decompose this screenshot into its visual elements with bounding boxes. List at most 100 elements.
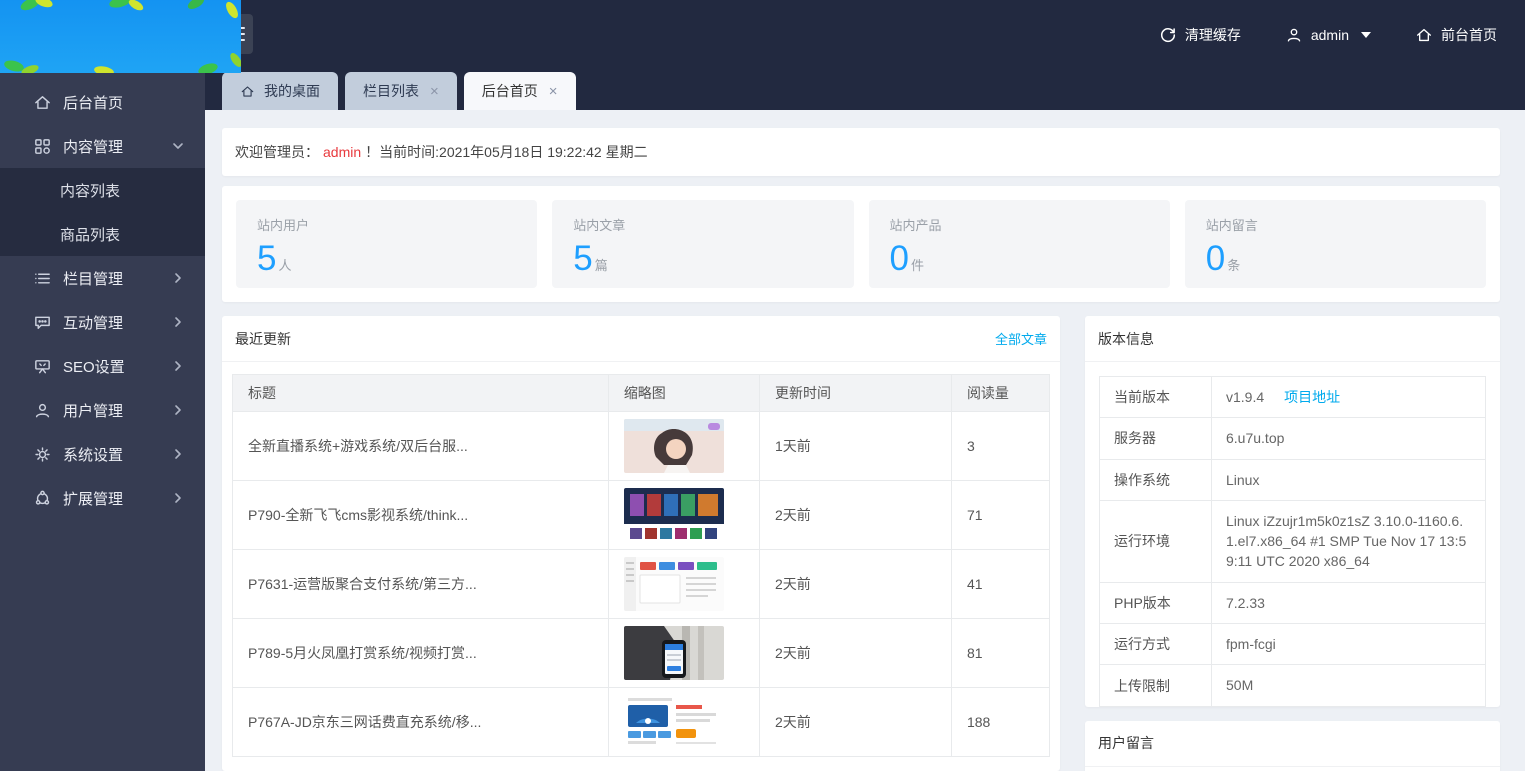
column-header: 标题	[233, 375, 609, 412]
tab-1[interactable]: 我的桌面	[222, 72, 338, 110]
stat-card-1: 站内用户5人	[236, 200, 537, 288]
all-articles-link[interactable]: 全部文章	[995, 329, 1047, 348]
admin-username: admin	[1311, 27, 1349, 43]
table-row: 全新直播系统+游戏系统/双后台服...1天前3	[233, 412, 1050, 481]
sidebar: 后台首页内容管理内容列表商品列表栏目管理互动管理 SEO设置用户管理系统设置扩展管…	[0, 0, 205, 771]
sidebar-item-label: 栏目管理	[63, 268, 123, 289]
gear-icon	[33, 445, 52, 464]
sidebar-item-5[interactable]: SEO设置	[0, 344, 205, 388]
sidebar-subitem-label: 内容列表	[60, 180, 120, 201]
home-icon	[1415, 26, 1433, 44]
update-time: 1天前	[759, 412, 951, 481]
article-title[interactable]: P767A-JD京东三网话费直充系统/移...	[233, 688, 609, 757]
sidebar-item-8[interactable]: 扩展管理	[0, 476, 205, 520]
view-count: 41	[951, 550, 1049, 619]
stat-unit: 人	[278, 258, 291, 273]
tab-bar: 我的桌面 栏目列表 × 后台首页 ×	[205, 70, 1525, 110]
stat-label: 站内留言	[1206, 215, 1465, 234]
recent-updates-table: 标题缩略图更新时间阅读量 全新直播系统+游戏系统/双后台服...1天前3P790…	[232, 374, 1050, 757]
clear-cache-label: 清理缓存	[1185, 25, 1241, 45]
sidebar-item-4[interactable]: 互动管理	[0, 300, 205, 344]
sidebar-item-7[interactable]: 系统设置	[0, 432, 205, 476]
welcome-banner: 欢迎管理员：admin！当前时间:2021年05月18日 19:22:42 星期…	[222, 128, 1500, 176]
sidebar-subitem-label: 商品列表	[60, 224, 120, 245]
version-row: 操作系统Linux	[1100, 459, 1486, 500]
sidebar-submenu: 内容列表商品列表	[0, 168, 205, 256]
sidebar-item-3[interactable]: 栏目管理	[0, 256, 205, 300]
stat-value: 0件	[890, 240, 1149, 279]
view-count: 188	[951, 688, 1049, 757]
version-label: 上传限制	[1100, 665, 1212, 706]
project-url-link[interactable]: 项目地址	[1284, 389, 1340, 405]
refresh-icon	[1159, 26, 1177, 44]
close-icon[interactable]: ×	[549, 84, 558, 99]
sidebar-subitem-2[interactable]: 商品列表	[0, 212, 205, 256]
column-header: 更新时间	[759, 375, 951, 412]
view-count: 81	[951, 619, 1049, 688]
version-label: PHP版本	[1100, 582, 1212, 623]
version-value: 6.u7u.top	[1226, 430, 1284, 446]
admin-user-menu[interactable]: admin	[1285, 26, 1371, 44]
sidebar-item-label: 内容管理	[63, 136, 123, 157]
sidebar-subitem-1[interactable]: 内容列表	[0, 168, 205, 212]
tab-label: 后台首页	[482, 81, 538, 101]
version-info-title: 版本信息	[1098, 329, 1154, 349]
version-value: Linux iZzujr1m5k0z1sZ 3.10.0-1160.6.1.el…	[1226, 513, 1466, 570]
welcome-time: ！当前时间:2021年05月18日 19:22:42 星期二	[365, 144, 647, 160]
sidebar-item-label: 系统设置	[63, 444, 123, 465]
chevron-down-icon	[1361, 32, 1371, 38]
app-logo	[0, 0, 241, 73]
front-home-label: 前台首页	[1441, 25, 1497, 45]
stat-card-2: 站内文章5篇	[552, 200, 853, 288]
nodes-icon	[33, 489, 52, 508]
article-title[interactable]: P789-5月火凤凰打赏系统/视频打赏...	[233, 619, 609, 688]
tab-label: 栏目列表	[363, 81, 419, 101]
article-title[interactable]: 全新直播系统+游戏系统/双后台服...	[233, 412, 609, 481]
movie-site-thumb	[624, 488, 724, 542]
tab-3[interactable]: 后台首页 ×	[464, 72, 576, 110]
chevron-right-icon	[171, 491, 185, 505]
chevron-down-icon	[171, 139, 185, 153]
phone-photo-thumb	[624, 626, 724, 680]
update-time: 2天前	[759, 688, 951, 757]
recent-updates-title: 最近更新	[235, 329, 291, 349]
stat-unit: 篇	[595, 258, 608, 273]
front-home-button[interactable]: 前台首页	[1415, 25, 1497, 45]
version-info-panel: 版本信息 当前版本v1.9.4项目地址服务器6.u7u.top操作系统Linux…	[1085, 316, 1500, 707]
version-row: 运行环境Linux iZzujr1m5k0z1sZ 3.10.0-1160.6.…	[1100, 500, 1486, 582]
article-title[interactable]: P790-全新飞飞cms影视系统/think...	[233, 481, 609, 550]
tab-2[interactable]: 栏目列表 ×	[345, 72, 457, 110]
chevron-right-icon	[171, 403, 185, 417]
stat-label: 站内用户	[257, 215, 516, 234]
version-value: v1.9.4	[1226, 389, 1264, 405]
clear-cache-button[interactable]: 清理缓存	[1159, 25, 1241, 45]
sidebar-item-label: 用户管理	[63, 400, 123, 421]
tab-label: 我的桌面	[264, 81, 320, 101]
sidebar-item-6[interactable]: 用户管理	[0, 388, 205, 432]
sidebar-item-label: 扩展管理	[63, 488, 123, 509]
version-row: 运行方式fpm-fcgi	[1100, 624, 1486, 665]
grid-icon	[33, 137, 52, 156]
sidebar-item-2[interactable]: 内容管理	[0, 124, 205, 168]
column-header: 缩略图	[608, 375, 759, 412]
stat-unit: 件	[911, 258, 924, 273]
close-icon[interactable]: ×	[430, 84, 439, 99]
article-title[interactable]: P7631-运营版聚合支付系统/第三方...	[233, 550, 609, 619]
topbar-actions: 清理缓存 admin 前台首页	[1159, 0, 1497, 70]
sidebar-item-1[interactable]: 后台首页	[0, 80, 205, 124]
user-icon	[33, 401, 52, 420]
version-value: Linux	[1226, 472, 1259, 488]
home-icon	[33, 93, 52, 112]
table-row: P7631-运营版聚合支付系统/第三方...2天前41	[233, 550, 1050, 619]
main-content: 欢迎管理员：admin！当前时间:2021年05月18日 19:22:42 星期…	[205, 110, 1525, 771]
sidebar-item-label: SEO设置	[63, 356, 125, 377]
version-label: 当前版本	[1100, 377, 1212, 418]
stat-label: 站内产品	[890, 215, 1149, 234]
monitor-icon	[33, 357, 52, 376]
version-info-table: 当前版本v1.9.4项目地址服务器6.u7u.top操作系统Linux运行环境L…	[1099, 376, 1486, 707]
chevron-right-icon	[171, 271, 185, 285]
admin-panel-thumb	[624, 557, 724, 611]
shop-page-thumb	[624, 695, 724, 749]
column-header: 阅读量	[951, 375, 1049, 412]
home-icon	[240, 84, 255, 99]
